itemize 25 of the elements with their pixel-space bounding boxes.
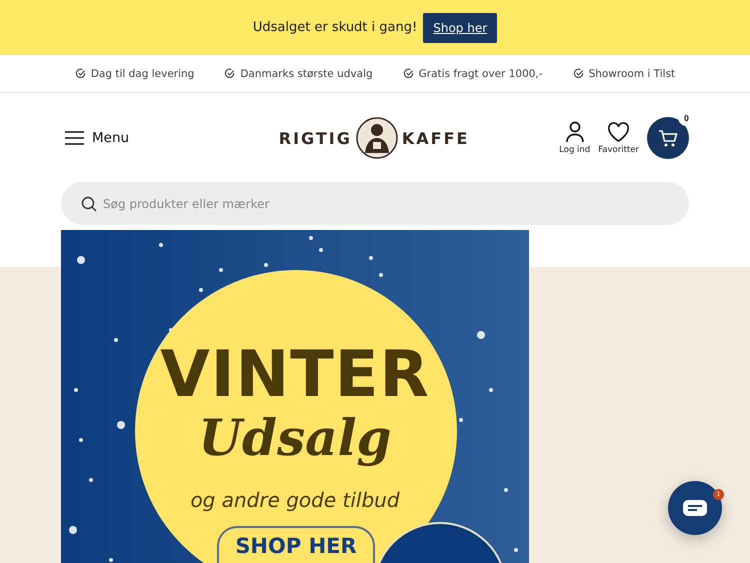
coffee-man-emblem-icon (356, 117, 398, 159)
cart-icon (658, 128, 678, 148)
usp-text: Danmarks største udvalg (240, 68, 373, 80)
search-icon (81, 196, 97, 212)
menu-icon (65, 131, 84, 145)
usp-text: Dag til dag levering (90, 68, 194, 80)
favorites-button[interactable]: Favoritter (598, 122, 639, 154)
logo-text: RIGTIG (278, 128, 352, 148)
check-circle-icon (572, 68, 584, 79)
banner-shop-button[interactable]: SHOP HER (217, 526, 375, 563)
usp-text: Showroom i Tilst (588, 68, 676, 80)
promo-text: Udsalget er skudt i gang! (252, 20, 418, 35)
check-circle-icon (74, 68, 86, 79)
person-icon (564, 121, 585, 143)
usp-text: Gratis fragt over 1000,- (418, 68, 543, 80)
shop-button[interactable]: Shop her (423, 12, 498, 42)
check-circle-icon (402, 68, 414, 79)
menu-button[interactable]: Menu (65, 130, 130, 146)
check-circle-icon (224, 68, 236, 79)
login-button[interactable]: Log ind (559, 121, 590, 155)
chat-bubble-icon (683, 500, 707, 516)
logo-text: KAFFE (402, 128, 470, 148)
search-field[interactable]: Søg produkter eller mærker (61, 182, 689, 225)
banner-subline: og andre gode tilbud (190, 488, 400, 512)
heart-icon (607, 122, 630, 142)
